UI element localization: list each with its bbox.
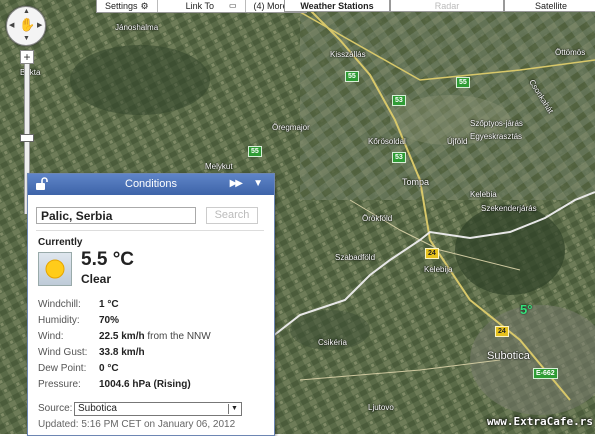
detail-label: Wind: bbox=[38, 331, 64, 342]
source-select-value: Subotica bbox=[78, 403, 117, 414]
map-label-janoshalma: Jánoshalma bbox=[115, 23, 159, 32]
map-type-tabs: Weather Stations Radar Satellite bbox=[284, 0, 595, 12]
detail-value: 1 °C bbox=[99, 299, 119, 310]
road-shield-55: 55 bbox=[345, 71, 359, 82]
detail-label: Wind Gust: bbox=[38, 347, 88, 358]
link-icon: ▭ bbox=[228, 1, 237, 10]
detail-label: Dew Point: bbox=[38, 363, 87, 374]
detail-label: Humidity: bbox=[38, 315, 80, 326]
watermark: www.ExtraCafe.rs bbox=[487, 415, 593, 428]
location-input[interactable]: Palic, Serbia bbox=[36, 207, 196, 224]
detail-row-windchill: Windchill: 1 °C bbox=[38, 299, 119, 310]
road-shield-24: 24 bbox=[425, 248, 439, 259]
detail-value: 33.8 km/h bbox=[99, 347, 145, 358]
detail-row-dew-point: Dew Point: 0 °C bbox=[38, 363, 119, 374]
detail-row-pressure: Pressure: 1004.6 hPa (Rising) bbox=[38, 379, 191, 390]
sun-icon bbox=[45, 259, 65, 279]
map-label-szabadfold: Szabadföld bbox=[335, 253, 376, 262]
fast-forward-icon[interactable]: ▶▶ bbox=[230, 178, 243, 189]
detail-row-wind-gust: Wind Gust: 33.8 km/h bbox=[38, 347, 145, 358]
currently-heading: Currently bbox=[38, 237, 83, 248]
map-label-ottomos: Öttömös bbox=[555, 48, 586, 57]
zoom-slider-thumb[interactable] bbox=[20, 134, 34, 142]
gear-icon: ⚙ bbox=[140, 1, 149, 11]
weather-icon-box bbox=[38, 252, 72, 286]
source-label: Source: bbox=[38, 403, 73, 414]
map-label-kelebija: Kelebija bbox=[424, 265, 453, 274]
map-label-ujfold: Újföld bbox=[447, 137, 468, 146]
detail-row-wind: Wind: 22.5 km/h from the NNW bbox=[38, 331, 211, 342]
top-toolbar: Settings ⚙ Link To ▭ (4) More... bbox=[96, 0, 308, 13]
tab-satellite[interactable]: Satellite bbox=[504, 0, 595, 12]
detail-label: Pressure: bbox=[38, 379, 81, 390]
road-shield-24-south: 24 bbox=[495, 326, 509, 337]
road-shield-55-east: 55 bbox=[456, 77, 470, 88]
tab-radar-label: Radar bbox=[434, 1, 460, 11]
wind-direction-text: from the NNW bbox=[144, 331, 211, 342]
detail-value: 1004.6 hPa (Rising) bbox=[99, 379, 191, 390]
map-label-oregmajor: Öregmajor bbox=[272, 123, 310, 132]
tab-weather-stations-label: Weather Stations bbox=[300, 1, 374, 11]
pan-right-icon[interactable]: ▶ bbox=[37, 21, 42, 29]
map-label-kisszallas: Kisszállás bbox=[330, 50, 366, 59]
zoom-in-button[interactable]: + bbox=[20, 50, 34, 64]
road-shield-e662: E-662 bbox=[533, 368, 558, 379]
road-shield-55-west: 55 bbox=[248, 146, 262, 157]
map-label-subotica: Subotica bbox=[487, 350, 530, 362]
detail-label: Windchill: bbox=[38, 299, 81, 310]
source-select[interactable]: Subotica ▼ bbox=[74, 402, 242, 416]
map-label-csikeria: Csikéria bbox=[318, 338, 347, 347]
temperature-marker[interactable]: 5° bbox=[520, 302, 532, 317]
updated-timestamp: Updated: 5:16 PM CET on January 06, 2012 bbox=[38, 419, 236, 430]
pan-control[interactable]: ▲ ▼ ◀ ▶ ✋ bbox=[6, 6, 46, 46]
map-label-ljutovo: Ljutovo bbox=[368, 403, 394, 412]
map-label-korosoldal: Kőrösoldal bbox=[368, 137, 406, 146]
map-label-kelebia-hu: Kelebia bbox=[470, 190, 497, 199]
road-shield-53: 53 bbox=[392, 95, 406, 106]
conditions-header: Conditions ▶▶ ▼ bbox=[28, 174, 274, 195]
conditions-panel: Conditions ▶▶ ▼ Palic, Serbia Search Cur… bbox=[27, 173, 275, 436]
settings-button[interactable]: Settings ⚙ bbox=[97, 0, 158, 12]
map-label-tompa: Tompa bbox=[402, 177, 430, 187]
road-shield-53-south: 53 bbox=[392, 152, 406, 163]
collapse-icon[interactable]: ▼ bbox=[253, 178, 263, 189]
link-to-label: Link To bbox=[185, 1, 214, 11]
current-temperature: 5.5 °C bbox=[81, 249, 135, 270]
current-condition: Clear bbox=[81, 272, 112, 286]
tab-weather-stations[interactable]: Weather Stations bbox=[284, 0, 390, 12]
pan-down-icon[interactable]: ▼ bbox=[23, 35, 30, 42]
detail-value: 22.5 km/h bbox=[99, 331, 145, 342]
detail-row-humidity: Humidity: 70% bbox=[38, 315, 119, 326]
tab-satellite-label: Satellite bbox=[534, 1, 568, 11]
map-label-szoptyos: Szőptyos-járás bbox=[470, 119, 523, 128]
tab-radar[interactable]: Radar bbox=[390, 0, 504, 12]
detail-value: 70% bbox=[99, 315, 120, 326]
search-button[interactable]: Search bbox=[206, 207, 258, 224]
chevron-down-icon[interactable]: ▼ bbox=[228, 404, 240, 414]
settings-label: Settings bbox=[105, 1, 138, 11]
map-label-orokfold: Örökföld bbox=[362, 214, 393, 223]
detail-value: 0 °C bbox=[99, 363, 119, 374]
map-label-egyeskrasztas: Egyeskrasztás bbox=[470, 132, 523, 141]
divider bbox=[36, 230, 264, 231]
pan-up-icon[interactable]: ▲ bbox=[23, 8, 30, 15]
map-label-melykut: Melykut bbox=[205, 162, 233, 171]
hand-icon: ✋ bbox=[19, 17, 36, 32]
link-to-button[interactable]: Link To ▭ bbox=[158, 0, 246, 12]
map-label-szekenderjaras: Szekenderjárás bbox=[481, 204, 537, 213]
pan-left-icon[interactable]: ◀ bbox=[9, 21, 14, 29]
